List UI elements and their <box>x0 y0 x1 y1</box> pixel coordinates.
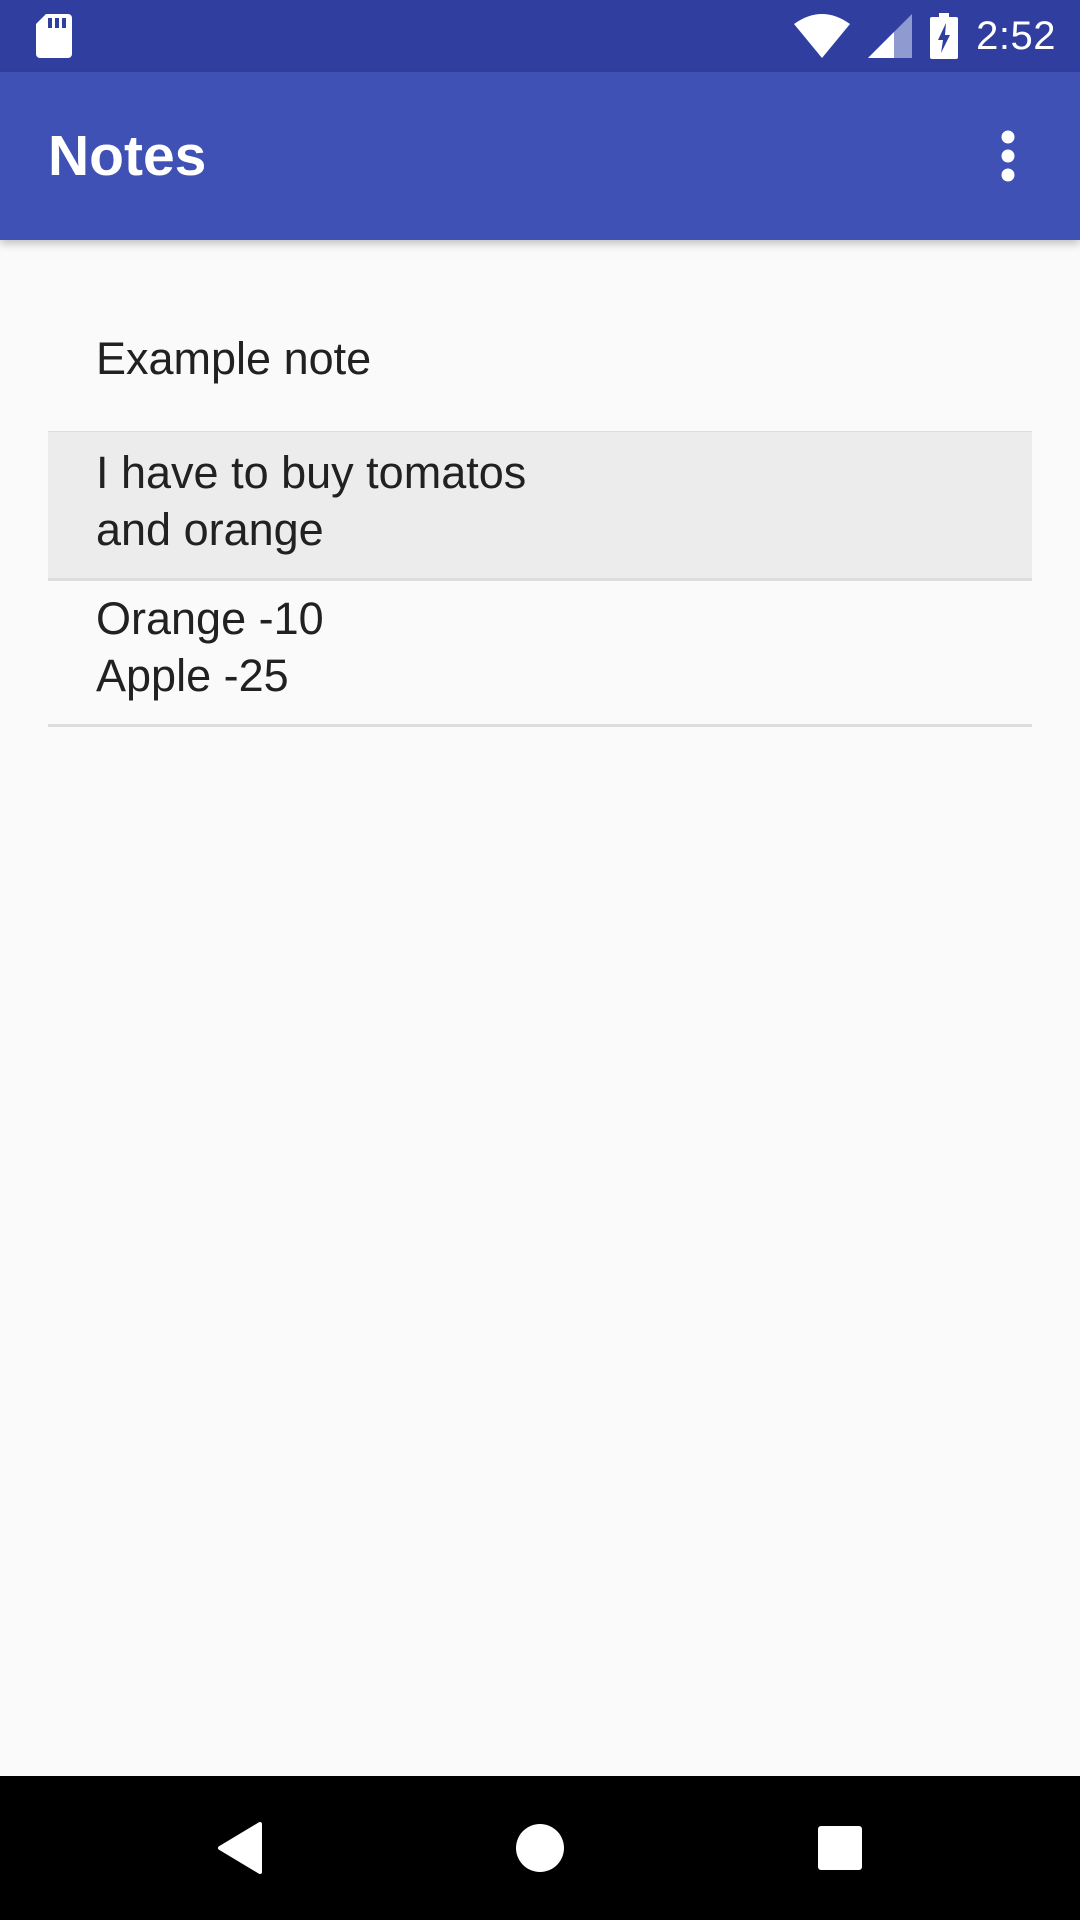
cell-signal-icon <box>868 14 913 58</box>
home-icon <box>516 1824 564 1872</box>
recents-icon <box>818 1826 862 1870</box>
home-button[interactable] <box>504 1812 576 1884</box>
recents-button[interactable] <box>804 1812 876 1884</box>
note-text-line: Orange -10 <box>96 593 324 644</box>
note-text-line: Example note <box>96 333 372 384</box>
status-bar: 2:52 <box>0 0 1080 72</box>
app-title: Notes <box>48 124 207 188</box>
note-text-line: I have to buy tomatos <box>96 447 527 498</box>
note-item-selected[interactable]: I have to buy tomatos and orange <box>48 432 1032 578</box>
overflow-menu-button[interactable] <box>966 114 1050 198</box>
note-item[interactable]: Example note <box>48 330 1032 423</box>
note-text-line: Apple -25 <box>96 650 289 701</box>
note-item[interactable]: Orange -10 Apple -25 <box>48 578 1032 724</box>
list-divider <box>48 724 1032 727</box>
status-icons: 2:52 <box>794 0 1056 72</box>
more-vert-icon <box>1001 130 1015 182</box>
status-time: 2:52 <box>976 14 1056 58</box>
notes-screen: 2:52 Notes Example note I have to buy to… <box>0 0 1080 1920</box>
sd-card-icon <box>36 14 72 58</box>
app-bar: Notes <box>0 72 1080 240</box>
back-icon <box>218 1822 262 1874</box>
navigation-bar <box>0 1776 1080 1920</box>
note-text-line: and orange <box>96 504 324 555</box>
wifi-icon <box>794 14 851 58</box>
back-button[interactable] <box>204 1812 276 1884</box>
battery-charging-icon <box>930 13 959 59</box>
